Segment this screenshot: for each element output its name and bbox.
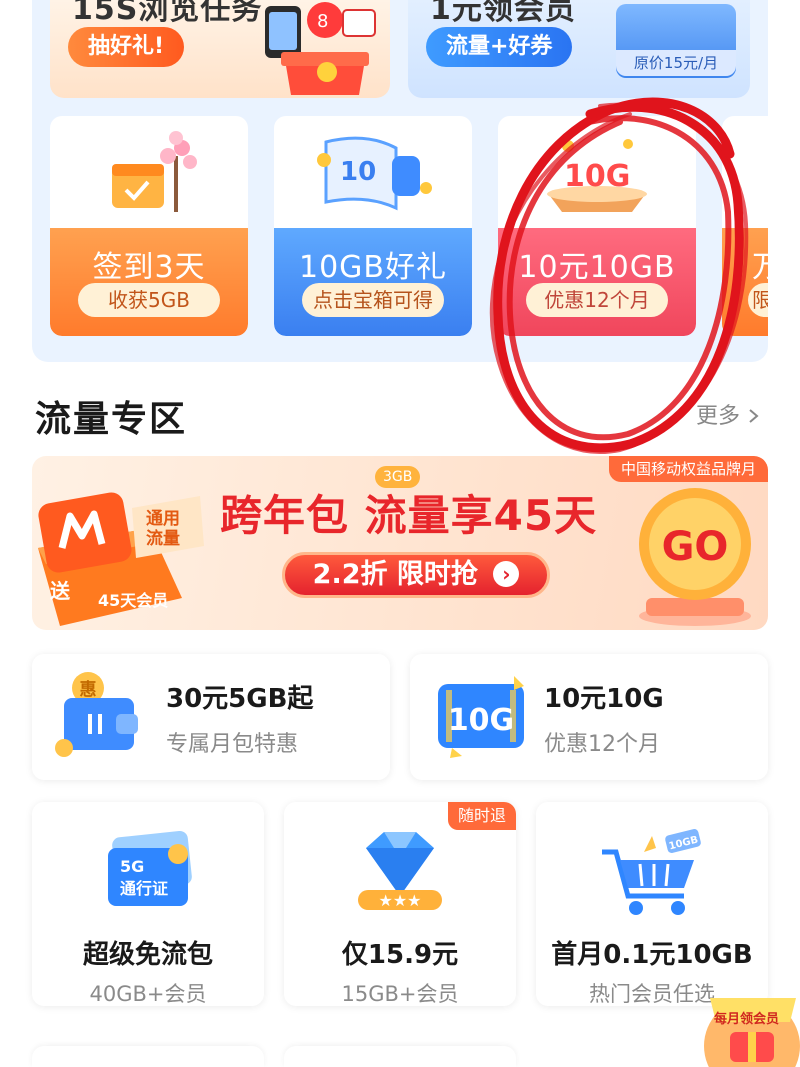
box-line2: 流量 <box>146 528 180 549</box>
product-title: 10元10G <box>544 684 664 714</box>
pass-line2: 通行证 <box>120 879 168 898</box>
promo-headline: 跨年包 流量享45天 <box>220 491 598 540</box>
shopping-cart-icon: 10GB <box>602 829 701 915</box>
gift-10gb-card[interactable]: 10 10GB好礼 点击宝箱可得 <box>274 116 472 336</box>
product-subtitle: 优惠12个月 <box>544 732 660 757</box>
product-15-9-yuan[interactable]: 随时退 ★★★ 仅15.9元 15GB+会员 <box>284 802 516 1006</box>
product-title: 仅15.9元 <box>341 940 459 970</box>
product-subtitle: 40GB+会员 <box>89 982 207 1006</box>
data-voucher-icon: 10 <box>317 136 432 211</box>
10g-ticket-icon: 10G <box>438 676 524 758</box>
ticket-text: 10G <box>448 703 514 738</box>
original-price: 原价15元/月 <box>616 50 736 76</box>
refund-anytime-tag: 随时退 <box>447 802 516 830</box>
product-30yuan-5gb[interactable]: 惠 30元5GB起 专属月包特惠 <box>32 654 390 780</box>
pass-line1: 5G <box>120 857 144 876</box>
card-title: 万 <box>752 250 768 285</box>
card-pill: 收获5GB <box>78 283 220 317</box>
product-title: 超级免流包 <box>82 940 213 970</box>
go-coin-icon: GO <box>639 488 751 626</box>
cta-label: 2.2折 限时抢 <box>312 559 478 590</box>
browse-task-title: 15S浏览任务 <box>72 0 263 27</box>
checkin-card[interactable]: 签到3天 收获5GB <box>50 116 248 336</box>
box-gift-text: 送 <box>50 579 71 603</box>
card-title: 签到3天 <box>92 250 206 285</box>
section-title: 流量专区 <box>35 399 188 440</box>
product-10yuan-10g[interactable]: 10G 10元10G 优惠12个月 <box>410 654 768 780</box>
more-link[interactable]: 更多 <box>696 398 761 430</box>
go-text: GO <box>662 524 729 570</box>
next-row-tile <box>32 1046 264 1067</box>
wallet-icon: 惠 <box>55 672 138 757</box>
product-subtitle: 15GB+会员 <box>341 982 459 1006</box>
svg-text:10: 10 <box>340 157 376 187</box>
chevron-right-icon: › <box>493 561 520 587</box>
mango-member-box-icon: 通用 流量 送 45天会员 <box>38 492 204 626</box>
card-title: 10元10GB <box>518 250 676 285</box>
next-row-tile <box>284 1046 516 1067</box>
browse-task-banner[interactable]: 15S浏览任务 抽好礼! 8 <box>50 0 390 98</box>
product-super-free-data[interactable]: 5G 通行证 超级免流包 40GB+会员 <box>32 802 264 1006</box>
monthly-member-float-button[interactable]: 每月领会员 <box>700 990 800 1067</box>
brand-month-tag: 中国移动权益品牌月 <box>608 456 768 482</box>
product-title: 30元5GB起 <box>166 684 314 714</box>
chevron-right-icon <box>749 409 759 423</box>
svg-text:10G: 10G <box>564 159 630 194</box>
calendar-icon <box>112 131 197 212</box>
wallet-badge-text: 惠 <box>80 679 97 700</box>
product-first-month-10gb[interactable]: 10GB 首月0.1元10GB 热门会员任选 <box>536 802 768 1006</box>
member-title: 1元领会员 <box>430 0 576 27</box>
flash-sale-button[interactable]: 2.2折 限时抢 › <box>282 552 550 598</box>
data-coupon-button[interactable]: 流量+好券 <box>426 27 573 67</box>
box-member-text: 45天会员 <box>98 591 168 610</box>
card-title: 10GB好礼 <box>298 250 447 285</box>
5g-pass-icon: 5G 通行证 <box>108 830 192 906</box>
svg-text:★★★: ★★★ <box>378 891 421 910</box>
more-label: 更多 <box>696 404 741 429</box>
float-badge-text: 每月领会员 <box>714 1012 780 1027</box>
ten-yuan-10gb-card[interactable]: 10G 10元10GB 优惠12个月 <box>498 116 696 336</box>
gift-box-icon: 8 <box>265 2 376 95</box>
10g-podium-icon: 10G <box>547 139 647 212</box>
new-year-data-banner[interactable]: 中国移动权益品牌月 3GB 通用 流量 送 45天会员 跨年包 流量享45天 2… <box>32 456 768 630</box>
card-pill: 点击宝箱可得 <box>302 283 444 317</box>
product-title: 首月0.1元10GB <box>551 940 753 970</box>
box-line1: 通用 <box>146 509 180 529</box>
product-subtitle: 专属月包特惠 <box>166 732 299 757</box>
card-pill: 优惠12个月 <box>526 283 668 317</box>
partial-promo-card[interactable]: 万 限 <box>722 116 768 336</box>
member-gift-icon <box>704 998 800 1067</box>
svg-text:8: 8 <box>317 11 328 32</box>
lottery-button[interactable]: 抽好礼! <box>68 27 185 67</box>
diamond-icon: ★★★ <box>358 832 442 910</box>
member-banner[interactable]: 1元领会员 流量+好券 原价15元/月 <box>408 0 750 98</box>
